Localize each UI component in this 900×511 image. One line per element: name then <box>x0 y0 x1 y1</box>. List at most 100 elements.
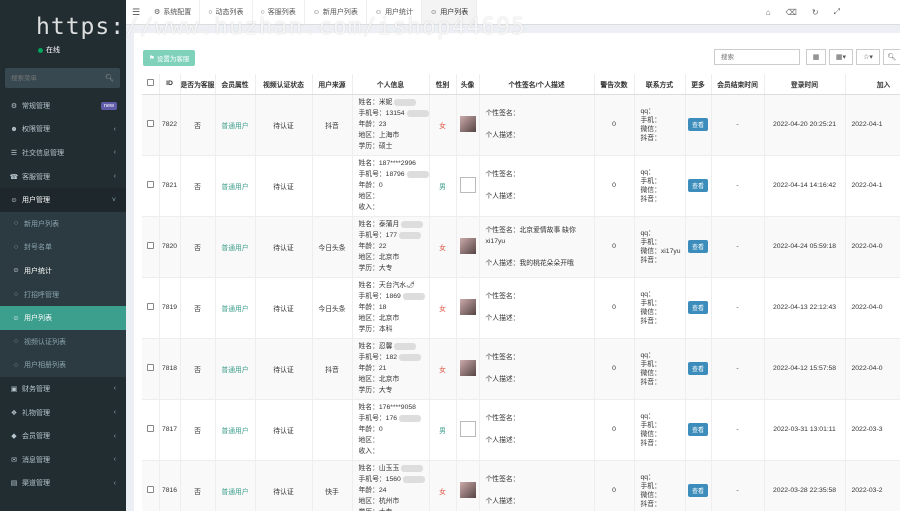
sidebar-item-3[interactable]: ☎ 客服管理 ‹ <box>0 165 126 189</box>
sidebar-item-9[interactable]: ☺ 用户列表 <box>0 306 126 330</box>
login-time: 2022-04-14 14:16:42 <box>764 155 846 217</box>
contact-line: 手机： <box>640 299 661 307</box>
view-button[interactable]: 查看 <box>687 484 708 497</box>
column-header-7[interactable]: 头像 <box>456 74 480 95</box>
avatar[interactable] <box>459 237 476 254</box>
advanced-search-button[interactable]: 🔍︎ <box>883 49 900 65</box>
column-header-3[interactable]: 视频认证状态 <box>255 74 313 95</box>
sidebar-item-12[interactable]: ▣ 财务管理 ‹ <box>0 377 126 401</box>
row-select-cell[interactable] <box>142 155 160 217</box>
row-checkbox[interactable] <box>146 364 154 371</box>
column-header-6[interactable]: 性别 <box>429 74 457 95</box>
online-dot-icon <box>38 47 43 53</box>
column-header-4[interactable]: 用户来源 <box>312 74 353 95</box>
view-button[interactable]: 查看 <box>687 423 708 436</box>
info-line-text: 年龄：24 <box>358 487 387 494</box>
row-checkbox[interactable] <box>146 181 154 188</box>
info-line-text: 收入： <box>358 448 379 455</box>
menu-search-input[interactable] <box>11 74 106 82</box>
column-header-5[interactable]: 个人信息 <box>352 74 430 95</box>
export-button[interactable]: ☆▾ <box>856 49 880 65</box>
video-status: 待认证 <box>255 94 313 156</box>
tab-4[interactable]: ☺ 用户统计 <box>367 0 423 24</box>
column-header-0[interactable]: ID <box>159 74 181 95</box>
sidebar-item-2[interactable]: ☰ 社交信息管理 ‹ <box>0 141 126 165</box>
toggle-view-button[interactable]: ▦ <box>806 49 826 65</box>
menu-search[interactable]: 🔍︎ <box>5 68 120 88</box>
row-select-cell[interactable] <box>142 216 160 278</box>
trash-icon[interactable]: ⌫ <box>786 8 797 17</box>
row-select-cell[interactable] <box>142 399 160 461</box>
avatar[interactable] <box>459 115 476 132</box>
column-header-13[interactable]: 登录时间 <box>764 74 846 95</box>
avatar[interactable] <box>459 420 476 437</box>
money-icon: ▣ <box>10 385 18 393</box>
view-button[interactable]: 查看 <box>687 179 708 192</box>
column-header-10[interactable]: 联系方式 <box>634 74 686 95</box>
row-select-cell[interactable] <box>142 277 160 339</box>
sidebar-item-0[interactable]: ⚙ 常规管理 new <box>0 94 126 118</box>
avatar[interactable] <box>459 298 476 315</box>
chevron-left-icon: ‹ <box>113 409 116 417</box>
column-header-14[interactable]: 加入 <box>845 74 900 95</box>
sidebar-item-11[interactable]: ○ 用户相册列表 <box>0 353 126 378</box>
column-header-8[interactable]: 个性签名/个人描述 <box>479 74 595 95</box>
sidebar-item-14[interactable]: ◆ 会员管理 ‹ <box>0 424 126 448</box>
chevron-left-icon: ‹ <box>113 385 116 393</box>
sidebar-item-1[interactable]: ☻ 权限管理 ‹ <box>0 118 126 142</box>
sidebar-item-7[interactable]: ☺ 用户统计 <box>0 259 126 283</box>
tab-0[interactable]: ⚙ 系统配置 <box>146 0 201 24</box>
column-header-11[interactable]: 更多 <box>685 74 712 95</box>
personal-info-lines: 姓名：泰蒲月 手机号：177 年龄：22 地区：北京市 学历：大专 <box>359 219 429 274</box>
signature-cell: 个性签名： 个人描述： <box>479 155 595 217</box>
info-line-text: 地区： <box>358 437 379 444</box>
refresh-icon[interactable]: ↻ <box>812 8 819 17</box>
view-button[interactable]: 查看 <box>687 118 708 131</box>
sidebar-item-5[interactable]: ○ 新用户列表 <box>0 211 126 236</box>
view-button[interactable]: 查看 <box>687 362 708 375</box>
avatar[interactable] <box>459 359 476 376</box>
table-body: 7822 否普通用户 待认证 抖音 姓名：米妮 手机号：13154 年龄：23 地区：上海市学… <box>142 94 900 511</box>
info-line-text: 手机号：182 <box>358 354 398 361</box>
avatar[interactable] <box>459 481 476 498</box>
row-select-cell[interactable] <box>142 338 160 400</box>
tab-2[interactable]: ○ 客服列表 <box>253 0 305 24</box>
sidebar-item-15[interactable]: ✉ 消息管理 ‹ <box>0 448 126 472</box>
tab-1[interactable]: ○ 动态列表 <box>200 0 253 24</box>
view-button[interactable]: 查看 <box>687 301 708 314</box>
columns-button[interactable]: ▦▾ <box>829 49 853 65</box>
sidebar-item-13[interactable]: ❖ 礼物管理 ‹ <box>0 401 126 425</box>
column-header-2[interactable]: 会员属性 <box>215 74 256 95</box>
login-time: 2022-04-12 15:57:58 <box>764 338 846 400</box>
row-checkbox[interactable] <box>146 425 154 432</box>
sidebar-item-6[interactable]: ○ 封号名单 <box>0 235 126 260</box>
is-service: 否 <box>180 216 216 278</box>
home-icon[interactable]: ⌂ <box>766 8 771 17</box>
column-header-12[interactable]: 会员结束时间 <box>711 74 765 95</box>
sidebar-item-8[interactable]: ○ 打招呼管理 <box>0 282 126 307</box>
set-service-button[interactable]: ⚑ 设置为客服 <box>143 50 196 66</box>
sidebar-item-16[interactable]: ▤ 渠道管理 ‹ <box>0 472 126 496</box>
search-icon[interactable]: 🔍︎ <box>105 74 114 82</box>
row-checkbox[interactable] <box>146 120 154 127</box>
row-select-cell[interactable] <box>142 460 160 511</box>
circle-icon: ○ <box>208 8 213 16</box>
tab-5[interactable]: ☺ 用户列表 <box>422 0 478 24</box>
column-header-9[interactable]: 警告次数 <box>594 74 635 95</box>
sidebar-item-4[interactable]: ☺ 用户管理 ˅ <box>0 188 126 212</box>
row-checkbox[interactable] <box>146 486 154 493</box>
hamburger-menu-icon[interactable]: ☰ <box>126 0 146 24</box>
avatar[interactable] <box>459 176 476 193</box>
select-all-header[interactable] <box>142 74 160 95</box>
select-all-checkbox[interactable] <box>146 79 154 87</box>
row-checkbox[interactable] <box>146 242 154 249</box>
view-button[interactable]: 查看 <box>687 240 708 253</box>
sidebar-item-10[interactable]: ○ 视频认证列表 <box>0 329 126 354</box>
tab-3[interactable]: ☺ 新用户列表 <box>305 0 367 24</box>
join-time: 2022-03-2 <box>845 460 900 511</box>
table-search-input[interactable] <box>714 49 800 65</box>
column-header-1[interactable]: 是否为客服 <box>180 74 216 95</box>
row-select-cell[interactable] <box>142 94 160 156</box>
row-checkbox[interactable] <box>146 303 154 310</box>
fullscreen-icon[interactable]: ⤢ <box>834 7 840 17</box>
